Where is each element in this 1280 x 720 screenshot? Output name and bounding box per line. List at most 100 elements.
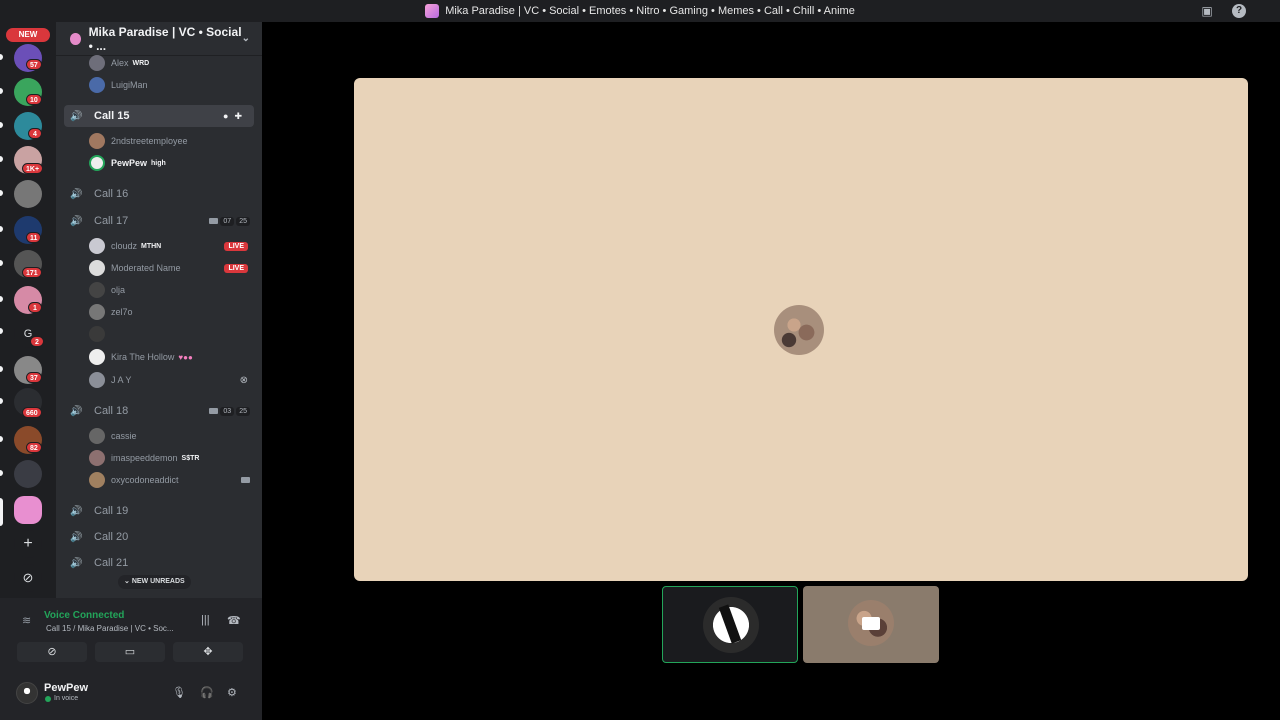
avatar	[89, 428, 105, 444]
activities-icon: ✥	[203, 646, 213, 658]
participant-avatar	[774, 305, 824, 355]
username: Alex	[111, 58, 129, 68]
settings-gear-icon[interactable]: ⚙	[227, 686, 237, 699]
voice-user[interactable]: 2ndstreetemployee	[56, 131, 262, 151]
title-bar: Mika Paradise | VC • Social • Emotes • N…	[0, 0, 1280, 22]
user-limit: 25	[236, 216, 250, 226]
disconnect-icon[interactable]: ☎	[227, 614, 241, 627]
microphone-icon[interactable]: 🎙	[172, 686, 186, 699]
voice-user[interactable]: LuigiMan	[56, 75, 262, 95]
camera-button[interactable]: ⊘	[17, 642, 87, 662]
voice-user[interactable]: Kira The Hollow ♥●●	[56, 347, 262, 367]
headphones-icon[interactable]: 🎧	[200, 686, 214, 699]
inbox-icon[interactable]: ▣	[1200, 4, 1214, 18]
voice-user[interactable]: J A Y ⊗	[56, 370, 262, 390]
activities-button[interactable]: ✥	[173, 642, 243, 662]
username: cloudz	[111, 241, 138, 251]
voice-channel-call-19[interactable]: 🔊 Call 19	[56, 500, 262, 522]
participant-tile[interactable]	[803, 586, 939, 663]
voice-user[interactable]	[56, 324, 262, 344]
new-unreads-button[interactable]: ⌄ NEW UNREADS	[118, 575, 191, 589]
camera-icon	[209, 218, 219, 224]
invite-icon[interactable]: ✚	[234, 111, 242, 122]
speaker-icon: 🔊	[70, 215, 83, 227]
speaker-icon: 🔊	[70, 557, 83, 569]
channel-sidebar: Mika Paradise | VC • Social • ... ⌄ Alex…	[56, 22, 262, 598]
username: zel7o	[111, 307, 133, 317]
unread-indicator	[0, 366, 3, 372]
add-server-icon[interactable]: +	[14, 530, 42, 558]
speaker-icon: 🔊	[70, 405, 83, 417]
discover-icon[interactable]: ⊘	[14, 564, 42, 592]
voice-user[interactable]: PewPew high	[56, 153, 262, 173]
voice-location[interactable]: Call 15 / Mika Paradise | VC • Soc...	[46, 624, 174, 633]
my-username[interactable]: PewPew	[44, 682, 88, 694]
voice-channel-call-18[interactable]: 🔊 Call 18 03 25	[56, 400, 262, 422]
heart-icon: ♥●●	[178, 352, 193, 362]
mention-badge: 2	[30, 336, 44, 347]
mention-badge: 37	[26, 372, 42, 383]
server-icon[interactable]	[14, 460, 42, 488]
mention-badge: 1K+	[22, 163, 44, 174]
unread-indicator	[0, 54, 3, 60]
noise-suppression-icon[interactable]: |||	[201, 614, 210, 626]
server-icon[interactable]	[14, 180, 42, 208]
username: J A Y	[111, 375, 132, 385]
server-icon-selected[interactable]	[14, 496, 42, 524]
voice-channel-call-17[interactable]: 🔊 Call 17 07 25	[56, 210, 262, 232]
unread-indicator	[0, 470, 3, 476]
mention-badge: 1	[28, 302, 42, 313]
selected-indicator	[0, 498, 3, 526]
avatar[interactable]	[16, 682, 38, 704]
user-tag: S$TR	[181, 454, 200, 462]
live-badge: LIVE	[224, 241, 248, 251]
username: Moderated Name	[111, 263, 181, 273]
username: imaspeeddemon	[111, 453, 178, 463]
voice-channel-call-20[interactable]: 🔊 Call 20	[56, 526, 262, 548]
username: PewPew	[111, 158, 148, 168]
voice-user[interactable]: imaspeeddemon S$TR	[56, 448, 262, 468]
voice-user[interactable]: Alex WRD	[56, 53, 262, 73]
user-tag: high	[151, 159, 166, 167]
focused-participant-tile[interactable]	[354, 78, 1248, 581]
avatar	[89, 238, 105, 254]
new-badge[interactable]: NEW	[6, 28, 50, 42]
unread-indicator	[0, 260, 3, 266]
speaker-icon: 🔊	[70, 505, 83, 517]
mention-badge: 171	[22, 267, 42, 278]
mention-badge: 10	[26, 94, 42, 105]
channel-name: Call 20	[94, 531, 129, 543]
voice-channel-call-21[interactable]: 🔊 Call 21	[56, 552, 262, 574]
username: olja	[111, 285, 126, 295]
unread-indicator	[0, 226, 3, 232]
voice-user[interactable]: zel7o	[56, 302, 262, 322]
avatar	[89, 304, 105, 320]
mention-badge: 82	[26, 442, 42, 453]
avatar	[89, 326, 105, 342]
unread-indicator	[0, 328, 3, 334]
avatar	[89, 472, 105, 488]
avatar	[89, 349, 105, 365]
camera-icon	[241, 477, 250, 483]
voice-user[interactable]: oxycodoneaddict	[56, 470, 262, 490]
chat-icon[interactable]: ●	[223, 111, 228, 121]
mention-badge: 660	[22, 407, 42, 418]
channel-name: Call 19	[94, 505, 129, 517]
user-count: 03	[220, 406, 235, 416]
help-icon[interactable]: ?	[1232, 4, 1246, 18]
voice-user[interactable]: olja	[56, 280, 262, 300]
voice-user[interactable]: cloudz MTHN LIVE	[56, 236, 262, 256]
voice-user[interactable]: Moderated Name LIVE	[56, 258, 262, 278]
camera-icon	[209, 408, 219, 414]
participant-tile-speaking[interactable]	[662, 586, 798, 663]
voice-status[interactable]: Voice Connected	[44, 610, 124, 621]
user-tag: WRD	[132, 59, 150, 67]
voice-user[interactable]: cassie	[56, 426, 262, 446]
signal-icon[interactable]: ≋	[22, 614, 31, 627]
guild-header[interactable]: Mika Paradise | VC • Social • ... ⌄	[56, 22, 262, 56]
voice-channel-call-16[interactable]: 🔊 Call 16	[56, 183, 262, 205]
new-unreads-label: NEW UNREADS	[131, 578, 185, 585]
screen-share-button[interactable]: ▭	[95, 642, 165, 662]
guild-name: Mika Paradise | VC • Social • ...	[88, 24, 242, 53]
voice-channel-call-15[interactable]: 🔊 Call 15 ● ✚	[64, 105, 254, 127]
